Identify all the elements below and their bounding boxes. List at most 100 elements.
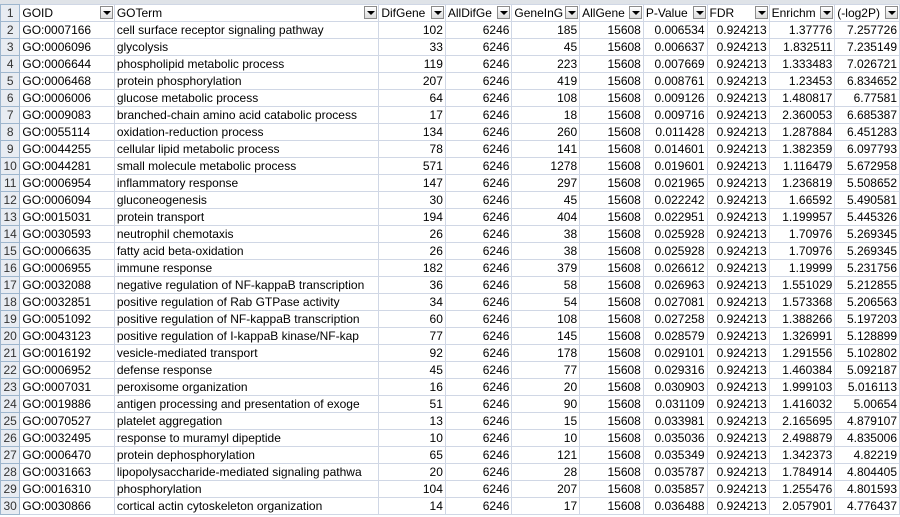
cell-goid[interactable]: GO:0006468 <box>19 72 115 90</box>
cell-p-value[interactable]: 0.035036 <box>642 429 708 447</box>
cell-p-value[interactable]: 0.011428 <box>642 123 708 141</box>
cell-enrichment[interactable]: 1.326991 <box>768 327 836 345</box>
cell-p-value[interactable]: 0.035787 <box>642 463 708 481</box>
cell-p-value[interactable]: 0.006637 <box>642 38 708 56</box>
filter-dropdown-icon[interactable] <box>628 6 642 19</box>
cell-p-value[interactable]: 0.035349 <box>642 446 708 464</box>
cell-allgene[interactable]: 15608 <box>579 310 644 328</box>
cell-fdr[interactable]: 0.924213 <box>706 446 770 464</box>
cell-geneing[interactable]: 45 <box>511 38 581 56</box>
cell-difgene[interactable]: 207 <box>378 72 446 90</box>
cell-goterm[interactable]: protein phosphorylation <box>113 72 380 90</box>
cell-geneing[interactable]: 185 <box>511 21 581 39</box>
cell-fdr[interactable]: 0.924213 <box>706 378 770 396</box>
cell-difgene[interactable]: 17 <box>378 106 446 124</box>
cell-goid[interactable]: GO:0030593 <box>19 225 115 243</box>
cell-p-value[interactable]: 0.009716 <box>642 106 708 124</box>
cell-difgene[interactable]: 78 <box>378 140 446 158</box>
cell-goid[interactable]: GO:0015031 <box>19 208 115 226</box>
cell-fdr[interactable]: 0.924213 <box>706 310 770 328</box>
header-cell-geneing[interactable]: GeneInG <box>511 4 581 22</box>
cell-goid[interactable]: GO:0051092 <box>19 310 115 328</box>
cell-difgene[interactable]: 51 <box>378 395 446 413</box>
cell-difgene[interactable]: 36 <box>378 276 446 294</box>
row-number[interactable]: 2 <box>0 21 21 39</box>
cell-neg-log2p[interactable]: 5.092187 <box>834 361 900 379</box>
cell-allgene[interactable]: 15608 <box>579 38 644 56</box>
cell-fdr[interactable]: 0.924213 <box>706 123 770 141</box>
cell-enrichment[interactable]: 1.342373 <box>768 446 836 464</box>
cell-difgene[interactable]: 16 <box>378 378 446 396</box>
cell-alldifgene[interactable]: 6246 <box>444 106 513 124</box>
cell-goid[interactable]: GO:0006635 <box>19 242 115 260</box>
cell-neg-log2p[interactable]: 5.672958 <box>834 157 900 175</box>
cell-p-value[interactable]: 0.026963 <box>642 276 708 294</box>
row-number[interactable]: 30 <box>0 497 21 515</box>
cell-difgene[interactable]: 92 <box>378 344 446 362</box>
cell-enrichment[interactable]: 2.360053 <box>768 106 836 124</box>
cell-difgene[interactable]: 134 <box>378 123 446 141</box>
cell-goid[interactable]: GO:0006952 <box>19 361 115 379</box>
cell-geneing[interactable]: 10 <box>511 429 581 447</box>
row-number[interactable]: 25 <box>0 412 21 430</box>
cell-allgene[interactable]: 15608 <box>579 429 644 447</box>
cell-difgene[interactable]: 102 <box>378 21 446 39</box>
cell-geneing[interactable]: 18 <box>511 106 581 124</box>
cell-fdr[interactable]: 0.924213 <box>706 106 770 124</box>
cell-allgene[interactable]: 15608 <box>579 140 644 158</box>
row-number[interactable]: 21 <box>0 344 21 362</box>
cell-geneing[interactable]: 223 <box>511 55 581 73</box>
cell-allgene[interactable]: 15608 <box>579 259 644 277</box>
cell-geneing[interactable]: 404 <box>511 208 581 226</box>
cell-difgene[interactable]: 26 <box>378 242 446 260</box>
cell-geneing[interactable]: 17 <box>511 497 581 515</box>
filter-dropdown-icon[interactable] <box>99 6 113 19</box>
cell-neg-log2p[interactable]: 6.451283 <box>834 123 900 141</box>
cell-alldifgene[interactable]: 6246 <box>444 89 513 107</box>
cell-geneing[interactable]: 58 <box>511 276 581 294</box>
cell-alldifgene[interactable]: 6246 <box>444 395 513 413</box>
cell-difgene[interactable]: 60 <box>378 310 446 328</box>
cell-goterm[interactable]: neutrophil chemotaxis <box>113 225 380 243</box>
cell-geneing[interactable]: 419 <box>511 72 581 90</box>
cell-p-value[interactable]: 0.014601 <box>642 140 708 158</box>
row-number[interactable]: 28 <box>0 463 21 481</box>
cell-goid[interactable]: GO:0007031 <box>19 378 115 396</box>
cell-allgene[interactable]: 15608 <box>579 463 644 481</box>
cell-goid[interactable]: GO:0009083 <box>19 106 115 124</box>
cell-geneing[interactable]: 1278 <box>511 157 581 175</box>
filter-dropdown-icon[interactable] <box>497 6 511 19</box>
cell-alldifgene[interactable]: 6246 <box>444 327 513 345</box>
cell-difgene[interactable]: 571 <box>378 157 446 175</box>
cell-goid[interactable]: GO:0016310 <box>19 480 115 498</box>
cell-alldifgene[interactable]: 6246 <box>444 429 513 447</box>
row-number[interactable]: 22 <box>0 361 21 379</box>
cell-goid[interactable]: GO:0007166 <box>19 21 115 39</box>
cell-fdr[interactable]: 0.924213 <box>706 225 770 243</box>
cell-allgene[interactable]: 15608 <box>579 276 644 294</box>
cell-allgene[interactable]: 15608 <box>579 55 644 73</box>
cell-geneing[interactable]: 15 <box>511 412 581 430</box>
filter-dropdown-icon[interactable] <box>754 6 768 19</box>
cell-neg-log2p[interactable]: 4.801593 <box>834 480 900 498</box>
row-number[interactable]: 16 <box>0 259 21 277</box>
cell-allgene[interactable]: 15608 <box>579 123 644 141</box>
cell-geneing[interactable]: 108 <box>511 310 581 328</box>
cell-goid[interactable]: GO:0032851 <box>19 293 115 311</box>
cell-geneing[interactable]: 45 <box>511 191 581 209</box>
cell-goid[interactable]: GO:0006954 <box>19 174 115 192</box>
cell-alldifgene[interactable]: 6246 <box>444 140 513 158</box>
cell-goterm[interactable]: lipopolysaccharide-mediated signaling pa… <box>113 463 380 481</box>
cell-difgene[interactable]: 64 <box>378 89 446 107</box>
cell-goterm[interactable]: positive regulation of I-kappaB kinase/N… <box>113 327 380 345</box>
cell-alldifgene[interactable]: 6246 <box>444 72 513 90</box>
cell-alldifgene[interactable]: 6246 <box>444 276 513 294</box>
cell-neg-log2p[interactable]: 5.016113 <box>834 378 900 396</box>
cell-fdr[interactable]: 0.924213 <box>706 72 770 90</box>
cell-fdr[interactable]: 0.924213 <box>706 429 770 447</box>
cell-alldifgene[interactable]: 6246 <box>444 174 513 192</box>
cell-goid[interactable]: GO:0032495 <box>19 429 115 447</box>
row-number[interactable]: 5 <box>0 72 21 90</box>
cell-neg-log2p[interactable]: 5.128899 <box>834 327 900 345</box>
cell-enrichment[interactable]: 1.382359 <box>768 140 836 158</box>
